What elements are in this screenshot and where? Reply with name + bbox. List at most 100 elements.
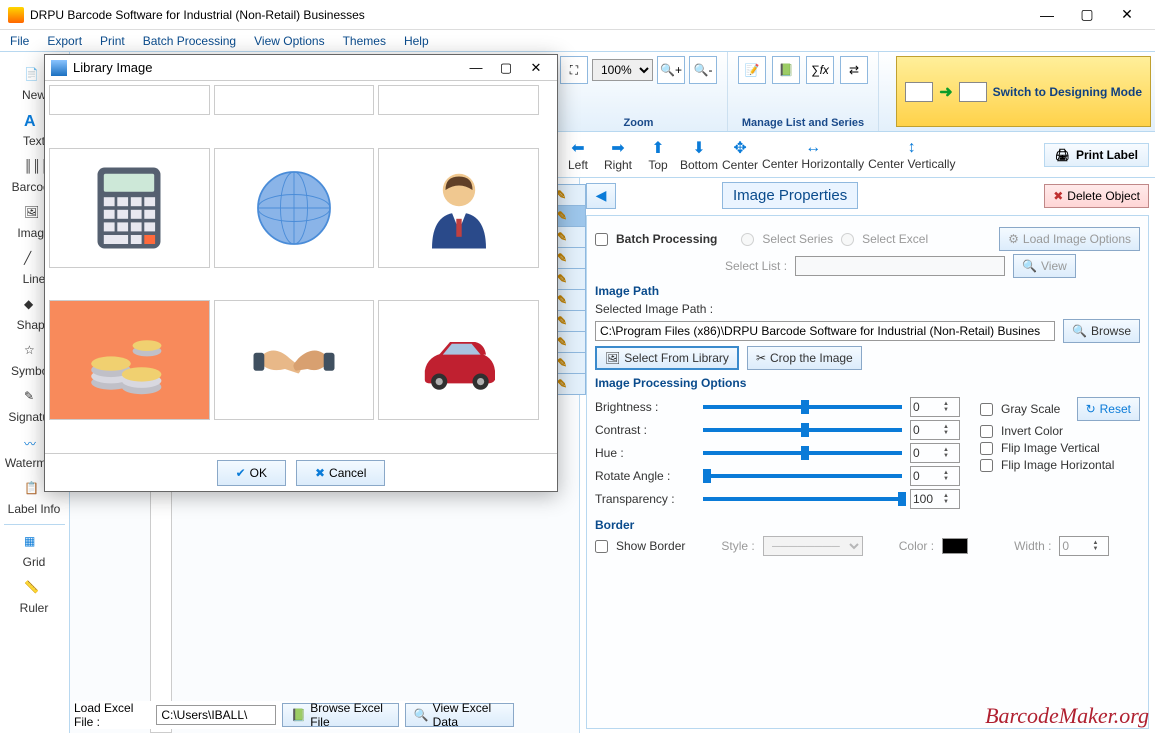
menu-print[interactable]: Print: [100, 34, 125, 48]
gear-icon: ⚙: [1008, 232, 1019, 246]
library-item-chart[interactable]: [378, 85, 539, 115]
switch-mode-button[interactable]: ➜ Switch to Designing Mode: [896, 56, 1151, 127]
transparency-slider[interactable]: [703, 497, 902, 501]
library-item-handshake[interactable]: [214, 300, 375, 420]
minimize-button[interactable]: —: [1027, 0, 1067, 30]
menu-themes[interactable]: Themes: [343, 34, 386, 48]
delete-icon: ✖: [1053, 189, 1063, 203]
zoom-select[interactable]: 100%: [592, 59, 653, 81]
align-top-button[interactable]: ⬆Top: [640, 138, 676, 172]
color-label: Color :: [899, 539, 934, 553]
tool-ruler[interactable]: 📏Ruler: [4, 575, 64, 619]
series-swap-icon[interactable]: ⇄: [840, 56, 868, 84]
tool-grid[interactable]: ▦Grid: [4, 529, 64, 573]
library-item-globe[interactable]: [214, 148, 375, 268]
library-item-person[interactable]: [378, 148, 539, 268]
rotate-label: Rotate Angle :: [595, 469, 695, 483]
brightness-label: Brightness :: [595, 400, 695, 414]
zoom-in-icon[interactable]: 🔍+: [657, 56, 685, 84]
invert-color-checkbox[interactable]: [980, 425, 993, 438]
select-series-radio: [741, 233, 754, 246]
brightness-slider[interactable]: [703, 405, 902, 409]
style-label: Style :: [721, 539, 754, 553]
select-from-library-button[interactable]: 🖼Select From Library: [595, 346, 739, 370]
batch-processing-checkbox[interactable]: [595, 233, 608, 246]
menu-export[interactable]: Export: [47, 34, 82, 48]
select-excel-radio: [841, 233, 854, 246]
mode-icon-right: [959, 82, 987, 102]
library-item-car[interactable]: [378, 300, 539, 420]
arrow-right-icon: ➜: [939, 82, 952, 102]
mode-icon-left: [905, 82, 933, 102]
close-button[interactable]: ✕: [1107, 0, 1147, 30]
load-excel-label: Load Excel File :: [74, 701, 150, 729]
excel-path-input[interactable]: [156, 705, 276, 725]
print-label-button[interactable]: 🖨 Print Label: [1044, 143, 1149, 167]
align-ch-button[interactable]: ↔Center Horizontally: [762, 139, 864, 171]
calculator-icon: [84, 163, 174, 253]
check-icon: ✔: [236, 466, 246, 480]
align-center-button[interactable]: ✥Center: [722, 138, 758, 172]
handshake-icon: [249, 315, 339, 405]
series-fx-icon[interactable]: ∑fx: [806, 56, 834, 84]
align-left-button[interactable]: ⬅Left: [560, 138, 596, 172]
dialog-buttons: ✔OK ✖Cancel: [45, 453, 557, 491]
printer-icon: 🖨: [1055, 148, 1070, 162]
align-cv-button[interactable]: ↕Center Vertically: [868, 139, 955, 171]
dialog-close-button[interactable]: ✕: [521, 60, 551, 76]
library-item-file[interactable]: [49, 85, 210, 115]
show-border-checkbox[interactable]: [595, 540, 608, 553]
library-item-coins[interactable]: [49, 300, 210, 420]
menu-file[interactable]: File: [10, 34, 29, 48]
dialog-ok-button[interactable]: ✔OK: [217, 460, 286, 486]
menu-view[interactable]: View Options: [254, 34, 324, 48]
border-style-select: ────────: [763, 536, 863, 556]
rotate-stepper[interactable]: 0▲▼: [910, 466, 960, 486]
library-item-pencil[interactable]: [214, 85, 375, 115]
rotate-slider[interactable]: [703, 474, 902, 478]
brightness-stepper[interactable]: 0▲▼: [910, 397, 960, 417]
flip-vertical-checkbox[interactable]: [980, 442, 993, 455]
transparency-stepper[interactable]: 100▲▼: [910, 489, 960, 509]
dialog-cancel-button[interactable]: ✖Cancel: [296, 460, 385, 486]
image-path-input[interactable]: [595, 321, 1055, 341]
series-edit-icon[interactable]: 📝: [738, 56, 766, 84]
maximize-button[interactable]: ▢: [1067, 0, 1107, 30]
menu-batch[interactable]: Batch Processing: [143, 34, 236, 48]
crop-image-button[interactable]: ✂Crop the Image: [747, 346, 862, 370]
border-width-stepper: 0▲▼: [1059, 536, 1109, 556]
browse-excel-button[interactable]: 📗Browse Excel File: [282, 703, 398, 727]
dialog-maximize-button[interactable]: ▢: [491, 60, 521, 76]
dialog-icon: [51, 60, 67, 76]
menu-help[interactable]: Help: [404, 34, 429, 48]
browse-button[interactable]: 🔍Browse: [1063, 319, 1140, 343]
coins-icon: [84, 315, 174, 405]
hue-stepper[interactable]: 0▲▼: [910, 443, 960, 463]
hue-label: Hue :: [595, 446, 695, 460]
zoom-fit-icon[interactable]: ⛶: [560, 56, 588, 84]
image-path-group: Image Path: [595, 284, 1140, 298]
properties-panel: ◀ Image Properties ✖ Delete Object Batch…: [580, 178, 1155, 733]
bottom-bar: Load Excel File : 📗Browse Excel File 🔍Vi…: [74, 701, 514, 729]
window-title: DRPU Barcode Software for Industrial (No…: [30, 8, 1027, 22]
library-item-calculator[interactable]: [49, 148, 210, 268]
hue-slider[interactable]: [703, 451, 902, 455]
watermark-text: BarcodeMaker.org: [985, 703, 1149, 729]
show-border-label: Show Border: [616, 539, 685, 553]
align-right-button[interactable]: ➡Right: [600, 138, 636, 172]
delete-object-button[interactable]: ✖ Delete Object: [1044, 184, 1149, 208]
width-label: Width :: [1014, 539, 1051, 553]
border-group: Border: [595, 518, 1140, 532]
series-excel-icon[interactable]: 📗: [772, 56, 800, 84]
dialog-minimize-button[interactable]: —: [461, 60, 491, 75]
reset-button[interactable]: ↻Reset: [1077, 397, 1140, 421]
contrast-stepper[interactable]: 0▲▼: [910, 420, 960, 440]
zoom-out-icon[interactable]: 🔍-: [689, 56, 717, 84]
back-button[interactable]: ◀: [586, 183, 616, 209]
flip-horizontal-checkbox[interactable]: [980, 459, 993, 472]
contrast-slider[interactable]: [703, 428, 902, 432]
transparency-label: Transparency :: [595, 492, 695, 506]
gray-scale-checkbox[interactable]: [980, 403, 993, 416]
align-bottom-button[interactable]: ⬇Bottom: [680, 138, 718, 172]
view-excel-button[interactable]: 🔍View Excel Data: [405, 703, 514, 727]
